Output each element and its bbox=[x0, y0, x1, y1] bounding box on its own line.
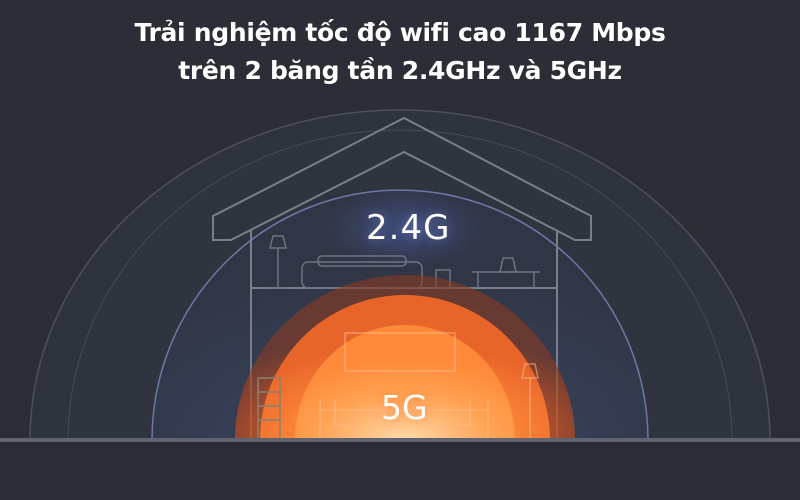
headline: Trải nghiệm tốc độ wifi cao 1167 Mbps tr… bbox=[0, 14, 800, 90]
band-5-label: 5G bbox=[381, 388, 428, 427]
headline-line-1: Trải nghiệm tốc độ wifi cao 1167 Mbps bbox=[134, 18, 666, 47]
wifi-banner: Trải nghiệm tốc độ wifi cao 1167 Mbps tr… bbox=[0, 0, 800, 500]
headline-line-2: trên 2 băng tần 2.4GHz và 5GHz bbox=[178, 56, 622, 85]
ground-line bbox=[0, 438, 800, 442]
band-24-label: 2.4G bbox=[366, 208, 451, 248]
